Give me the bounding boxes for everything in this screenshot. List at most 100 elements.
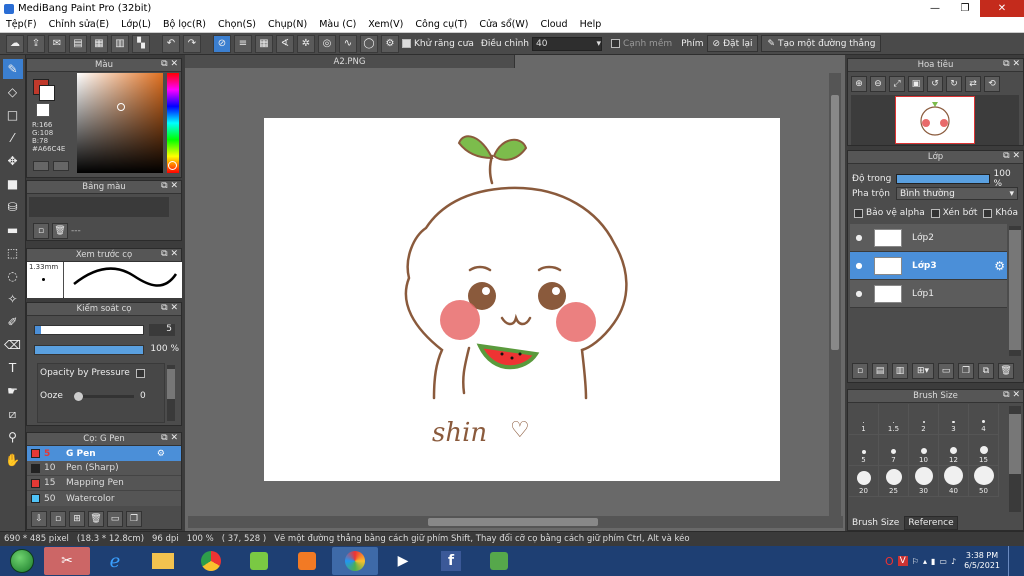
- reset-button[interactable]: ⊘ Đặt lại: [706, 35, 759, 52]
- select-pen-icon[interactable]: ✐: [3, 312, 23, 332]
- delete-brush-icon[interactable]: 🗑: [88, 511, 104, 527]
- ooze-slider-handle[interactable]: [74, 392, 83, 401]
- brush-item-g-pen[interactable]: 5 G Pen ⚙: [27, 446, 181, 461]
- transparent-swatch[interactable]: [36, 103, 50, 117]
- taskbar-paint-app[interactable]: ✂: [44, 547, 90, 575]
- panel-options-icon[interactable]: ⧉ ✕: [1003, 151, 1020, 161]
- brush-size-10[interactable]: 10: [909, 435, 939, 466]
- new-layer-icon[interactable]: ▫: [852, 363, 868, 379]
- delete-palette-icon[interactable]: 🗑: [52, 223, 68, 239]
- copy-brush-icon[interactable]: ❐: [126, 511, 142, 527]
- menu-snap[interactable]: Chụp(N): [262, 19, 313, 30]
- bucket-icon[interactable]: ⛁: [3, 197, 23, 217]
- brush-item-pen-sharp[interactable]: 10 Pen (Sharp): [27, 461, 181, 476]
- panel-options-icon[interactable]: ⧉ ✕: [161, 181, 178, 191]
- panel-options-icon[interactable]: ⧉ ✕: [1003, 390, 1020, 400]
- gradient-icon[interactable]: ▬: [3, 220, 23, 240]
- menu-color[interactable]: Màu (C): [313, 19, 362, 30]
- tab-reference[interactable]: Reference: [904, 516, 958, 530]
- undo-icon[interactable]: ↶: [162, 34, 180, 53]
- actual-size-icon[interactable]: ▣: [908, 76, 924, 92]
- operation-icon[interactable]: ☛: [3, 381, 23, 401]
- rectangle-icon[interactable]: □: [3, 105, 23, 125]
- new-brush-icon[interactable]: ▫: [50, 511, 66, 527]
- taskbar-game[interactable]: [476, 547, 522, 575]
- brush-size-30[interactable]: 30: [909, 466, 939, 497]
- grid-icon[interactable]: ▥: [111, 34, 129, 53]
- menu-edit[interactable]: Chỉnh sửa(E): [43, 19, 116, 30]
- signal-icon[interactable]: ▮: [931, 557, 935, 566]
- brush-item-mapping-pen[interactable]: 15 Mapping Pen: [27, 476, 181, 491]
- hue-slider[interactable]: [167, 73, 179, 173]
- rotate-right-icon[interactable]: ↻: [946, 76, 962, 92]
- lasso-icon[interactable]: ◌: [3, 266, 23, 286]
- parallel-snap-icon[interactable]: ≡: [234, 34, 252, 53]
- duplicate-layer-icon[interactable]: ❐: [958, 363, 974, 379]
- panel-options-icon[interactable]: ⧉ ✕: [161, 59, 178, 69]
- canvas-vertical-scroll-thumb[interactable]: [831, 95, 839, 350]
- brush-size-50[interactable]: 50: [969, 466, 999, 497]
- brush-size-15[interactable]: 15: [969, 435, 999, 466]
- taskbar-browser[interactable]: ℯ: [92, 547, 138, 575]
- cloud-icon[interactable]: ☁: [6, 34, 24, 53]
- visibility-icon[interactable]: ●: [850, 233, 868, 242]
- blend-mode-select[interactable]: Bình thường ▾: [896, 187, 1018, 200]
- menu-file[interactable]: Tệp(F): [0, 19, 43, 30]
- zoom-in-icon[interactable]: ⊕: [851, 76, 867, 92]
- fill-icon[interactable]: ■: [3, 174, 23, 194]
- panel-options-icon[interactable]: ⧉ ✕: [161, 303, 178, 313]
- color-swap-button[interactable]: [53, 161, 69, 171]
- hand-icon[interactable]: ✋: [3, 450, 23, 470]
- drawing-canvas[interactable]: shin ♡: [264, 118, 780, 481]
- panel-options-icon[interactable]: ⧉ ✕: [161, 249, 178, 259]
- layer-opacity-slider[interactable]: [895, 174, 990, 184]
- select-rect-icon[interactable]: ⬚: [3, 243, 23, 263]
- panel-options-icon[interactable]: ⧉ ✕: [1003, 59, 1020, 69]
- brush-icon[interactable]: ✎: [2, 59, 23, 79]
- layer-item-lop3[interactable]: ● Lớp3 ⚙: [850, 252, 1007, 280]
- curve-snap-icon[interactable]: ∿: [339, 34, 357, 53]
- menu-cloud[interactable]: Cloud: [534, 19, 573, 30]
- maximize-button[interactable]: ❐: [950, 0, 980, 17]
- protect-alpha-checkbox[interactable]: [854, 208, 863, 218]
- layer-item-lop2[interactable]: ● Lớp2: [850, 224, 1007, 252]
- taskbar-media[interactable]: [284, 547, 330, 575]
- share-icon[interactable]: ⇪: [27, 34, 45, 53]
- brush-size-4[interactable]: 4: [969, 404, 999, 435]
- size-slider[interactable]: [34, 325, 144, 335]
- flip-icon[interactable]: ⇄: [965, 76, 981, 92]
- radial-snap-icon[interactable]: ✲: [297, 34, 315, 53]
- gear-icon[interactable]: ⚙: [157, 449, 165, 459]
- saturation-value-picker[interactable]: [77, 73, 163, 173]
- rotate-left-icon[interactable]: ↺: [927, 76, 943, 92]
- opacity-slider[interactable]: [34, 345, 144, 355]
- visibility-icon[interactable]: ●: [850, 289, 868, 298]
- menu-tools[interactable]: Công cụ(T): [409, 19, 473, 30]
- folder-icon[interactable]: ▭: [107, 511, 123, 527]
- battery-icon[interactable]: ▭: [939, 557, 947, 566]
- tray-app-icon[interactable]: ⚐: [912, 557, 919, 566]
- brush-size-25[interactable]: 25: [879, 466, 909, 497]
- eyedropper-icon[interactable]: ⚲: [3, 427, 23, 447]
- redo-icon[interactable]: ↷: [183, 34, 201, 53]
- antivirus-icon[interactable]: V: [897, 556, 908, 566]
- text-icon[interactable]: T: [3, 358, 23, 378]
- palette-area[interactable]: [29, 197, 169, 217]
- antialias-toggle[interactable]: Khử răng cưa: [402, 39, 474, 49]
- reset-view-icon[interactable]: ⟲: [984, 76, 1000, 92]
- ooze-slider[interactable]: [74, 392, 134, 401]
- size-value[interactable]: 5: [149, 324, 175, 336]
- circle-snap-icon[interactable]: ◯: [360, 34, 378, 53]
- tiles-icon[interactable]: ▚: [132, 34, 150, 53]
- menu-layer[interactable]: Lớp(L): [115, 19, 157, 30]
- edge-toggle[interactable]: Cạnh mềm: [610, 39, 672, 49]
- zoom-out-icon[interactable]: ⊖: [870, 76, 886, 92]
- brush-size-3[interactable]: 3: [939, 404, 969, 435]
- layer-item-lop1[interactable]: ● Lớp1: [850, 280, 1007, 308]
- menu-select[interactable]: Chọn(S): [212, 19, 262, 30]
- navigator-viewport[interactable]: [895, 96, 975, 144]
- dot-brush-icon[interactable]: ⁄: [3, 128, 23, 148]
- color-picker-cursor[interactable]: [117, 103, 125, 111]
- brush-size-scrollbar[interactable]: [1009, 406, 1021, 512]
- select-eraser-icon[interactable]: ⌫: [3, 335, 23, 355]
